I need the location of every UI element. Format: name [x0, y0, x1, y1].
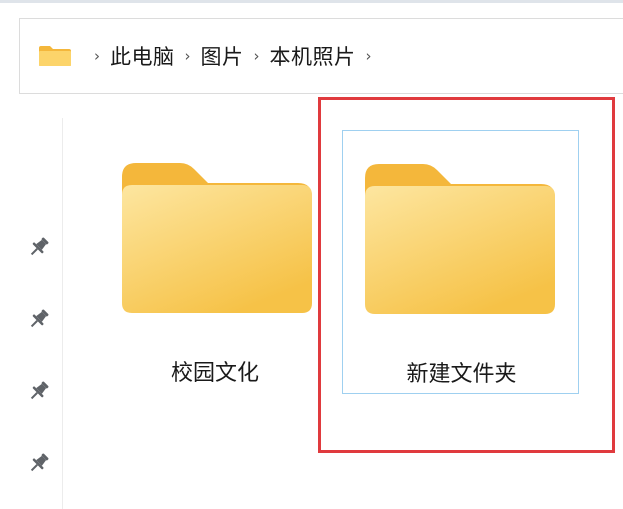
folder-icon [122, 163, 312, 313]
folder-name: 校园文化 [170, 361, 259, 386]
breadcrumb-separator[interactable]: › [366, 47, 372, 65]
pin-icon[interactable] [26, 306, 52, 332]
breadcrumb-separator[interactable]: › [254, 47, 260, 65]
pin-icon[interactable] [26, 450, 52, 476]
breadcrumb-separator: › [94, 47, 100, 65]
folder-icon [39, 46, 71, 66]
sidebar-divider [62, 118, 63, 509]
window-top-edge [0, 0, 623, 3]
breadcrumb-item-pictures[interactable]: 图片 [201, 41, 244, 71]
pin-icon[interactable] [26, 234, 52, 260]
breadcrumb-item-local-photos[interactable]: 本机照片 [270, 41, 356, 71]
pin-icon[interactable] [26, 378, 52, 404]
breadcrumb[interactable]: › 此电脑 › 图片 › 本机照片 › [19, 18, 623, 94]
folder-tile[interactable]: 校园文化 [100, 130, 330, 392]
highlight-box [318, 97, 615, 453]
breadcrumb-separator[interactable]: › [185, 47, 191, 65]
breadcrumb-item-this-pc[interactable]: 此电脑 [110, 41, 175, 71]
